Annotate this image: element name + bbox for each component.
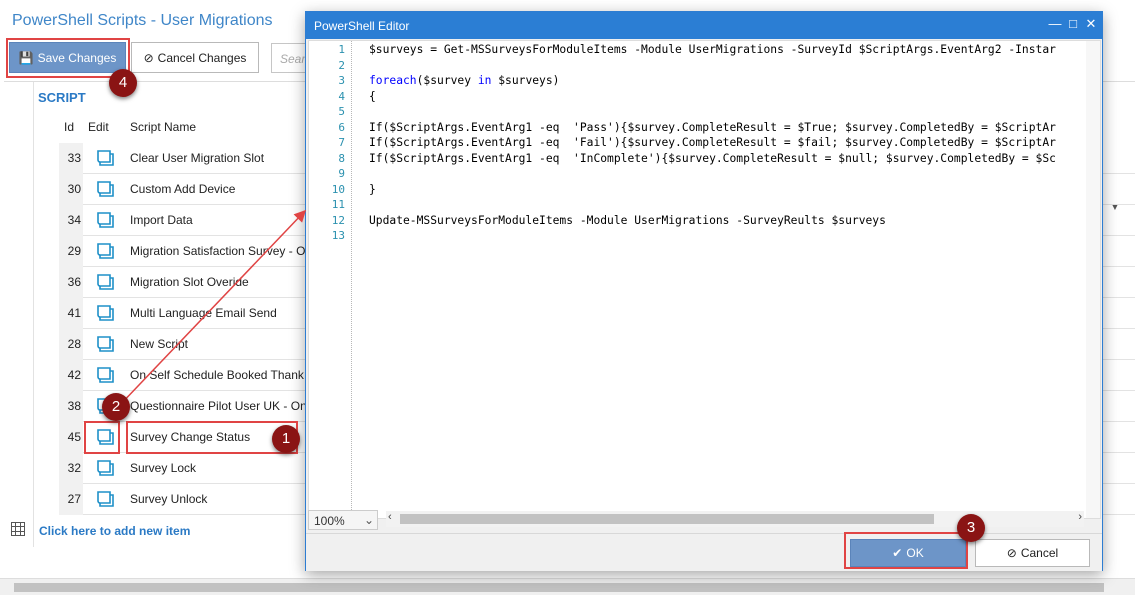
highlight-save [6,38,130,78]
annotation-badge-4: 4 [109,69,137,97]
app-window: PowerShell Scripts - User Migrations 💾 S… [0,0,1135,595]
highlight-ok [844,532,968,569]
annotation-badge-3: 3 [957,514,985,542]
annotation-badge-2: 2 [102,393,130,421]
annotation-arrow [117,209,307,408]
annotation-badge-1: 1 [272,425,300,453]
highlight-edit [84,421,120,454]
